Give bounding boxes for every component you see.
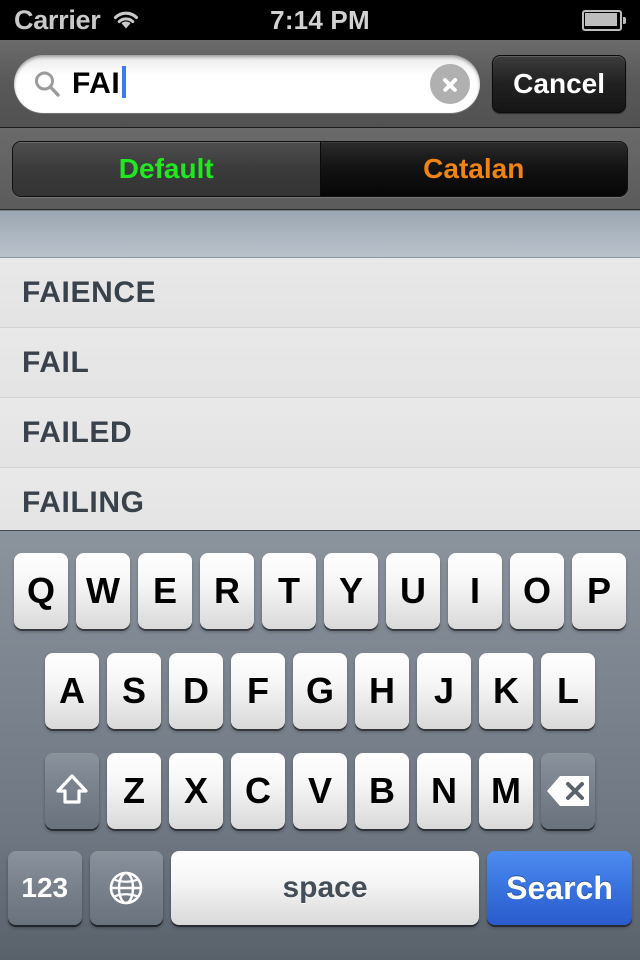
globe-icon[interactable] bbox=[89, 851, 164, 925]
text-cursor bbox=[122, 65, 127, 98]
list-section-header bbox=[0, 210, 640, 258]
key-r[interactable]: R bbox=[200, 553, 254, 629]
keyboard-row-3: Z X C V B N M bbox=[0, 745, 640, 837]
search-key[interactable]: Search bbox=[486, 851, 633, 925]
key-u[interactable]: U bbox=[386, 553, 440, 629]
shift-arrow-icon[interactable] bbox=[45, 753, 99, 829]
list-item-label: FAILING bbox=[22, 485, 145, 519]
search-input-value: FAI bbox=[72, 66, 121, 100]
key-o[interactable]: O bbox=[510, 553, 564, 629]
scope-bar: Default Catalan bbox=[0, 128, 640, 210]
search-bar: FAI Cancel bbox=[0, 40, 640, 128]
segmented-control[interactable]: Default Catalan bbox=[12, 140, 628, 197]
list-item[interactable]: FAIENCE bbox=[0, 258, 640, 328]
clock-label: 7:14 PM bbox=[270, 4, 370, 35]
key-g[interactable]: G bbox=[293, 653, 347, 729]
backspace-icon[interactable] bbox=[541, 753, 595, 829]
key-n[interactable]: N bbox=[417, 753, 471, 829]
search-icon bbox=[32, 69, 62, 99]
numbers-key[interactable]: 123 bbox=[8, 851, 82, 925]
scope-segment-default[interactable]: Default bbox=[13, 141, 321, 196]
list-item-label: FAIL bbox=[22, 345, 90, 379]
key-x[interactable]: X bbox=[169, 753, 223, 829]
key-i[interactable]: I bbox=[448, 553, 502, 629]
phone-screen: Carrier 7:14 PM FAI Cancel Default Catal… bbox=[0, 0, 640, 960]
list-item[interactable]: FAIL bbox=[0, 328, 640, 398]
keyboard-row-2: A S D F G H J K L bbox=[0, 645, 640, 737]
key-k[interactable]: K bbox=[479, 653, 533, 729]
key-p[interactable]: P bbox=[572, 553, 626, 629]
space-key[interactable]: space bbox=[171, 851, 479, 925]
clear-circle-icon[interactable] bbox=[430, 63, 471, 104]
key-f[interactable]: F bbox=[231, 653, 285, 729]
on-screen-keyboard: Q W E R T Y U I O P A S D F G H J K L Z … bbox=[0, 530, 640, 960]
status-bar-right bbox=[582, 0, 626, 40]
key-y[interactable]: Y bbox=[324, 553, 378, 629]
key-s[interactable]: S bbox=[107, 653, 161, 729]
list-item-label: FAILED bbox=[22, 415, 133, 449]
search-input[interactable]: FAI bbox=[14, 54, 481, 113]
key-e[interactable]: E bbox=[138, 553, 192, 629]
key-l[interactable]: L bbox=[541, 653, 595, 729]
key-b[interactable]: B bbox=[355, 753, 409, 829]
scope-segment-catalan[interactable]: Catalan bbox=[320, 141, 627, 196]
keyboard-row-4: 123 space Search bbox=[0, 845, 640, 931]
cancel-button[interactable]: Cancel bbox=[492, 54, 626, 113]
list-item[interactable]: FAILING bbox=[0, 468, 640, 530]
key-a[interactable]: A bbox=[45, 653, 99, 729]
battery-full-icon bbox=[582, 9, 626, 31]
key-d[interactable]: D bbox=[169, 653, 223, 729]
list-item[interactable]: FAILED bbox=[0, 398, 640, 468]
key-w[interactable]: W bbox=[76, 553, 130, 629]
key-t[interactable]: T bbox=[262, 553, 316, 629]
keyboard-row-1: Q W E R T Y U I O P bbox=[0, 545, 640, 637]
key-m[interactable]: M bbox=[479, 753, 533, 829]
status-bar: Carrier 7:14 PM bbox=[0, 0, 640, 40]
key-h[interactable]: H bbox=[355, 653, 409, 729]
key-q[interactable]: Q bbox=[14, 553, 68, 629]
key-c[interactable]: C bbox=[231, 753, 285, 829]
results-list[interactable]: FAIENCE FAIL FAILED FAILING bbox=[0, 210, 640, 530]
key-j[interactable]: J bbox=[417, 653, 471, 729]
key-v[interactable]: V bbox=[293, 753, 347, 829]
key-z[interactable]: Z bbox=[107, 753, 161, 829]
scope-segment-catalan-label: Catalan bbox=[423, 152, 525, 184]
scope-segment-default-label: Default bbox=[118, 152, 214, 184]
list-item-label: FAIENCE bbox=[22, 275, 157, 309]
